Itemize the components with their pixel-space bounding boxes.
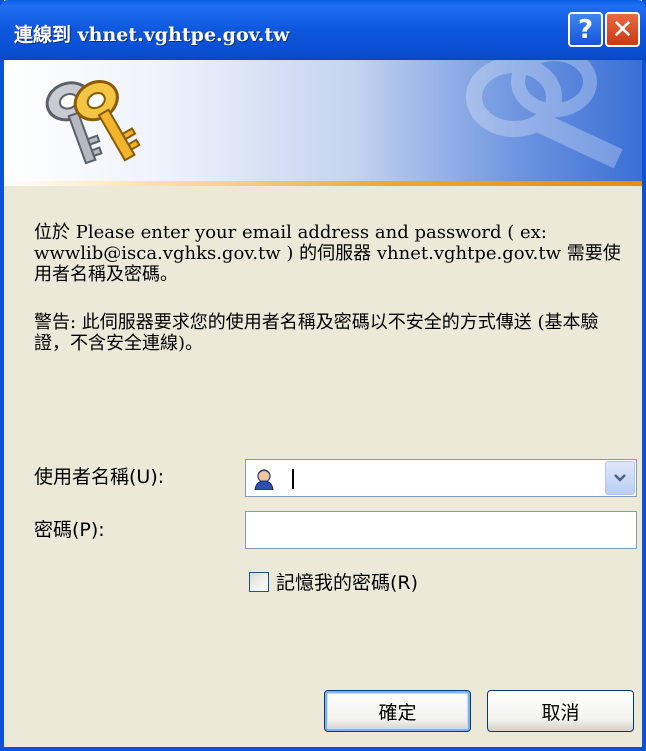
- keys-icon: [45, 80, 141, 165]
- login-dialog: 連線到 vhnet.vghtpe.gov.tw ? ✕ 位於 Please en…: [0, 0, 646, 751]
- window-title: 連線到 vhnet.vghtpe.gov.tw: [14, 24, 290, 46]
- remember-password-option[interactable]: 記憶我的密碼(R): [249, 568, 418, 595]
- security-warning: 警告: 此伺服器要求您的使用者名稱及密碼以不安全的方式傳送 (基本驗證，不含安全…: [34, 312, 599, 354]
- ok-button[interactable]: 確定: [324, 690, 471, 732]
- server-message: 位於 Please enter your email address and p…: [34, 222, 621, 285]
- text-caret: [292, 469, 294, 489]
- password-label: 密碼(P):: [34, 519, 105, 541]
- banner-divider: [4, 181, 642, 186]
- username-dropdown-button[interactable]: [605, 461, 635, 495]
- close-button[interactable]: ✕: [605, 12, 640, 47]
- remember-password-checkbox[interactable]: [249, 571, 269, 592]
- cancel-button[interactable]: 取消: [487, 690, 634, 732]
- keys-watermark-icon: [466, 60, 623, 169]
- chevron-down-icon: [614, 474, 626, 482]
- remember-password-label[interactable]: 記憶我的密碼(R): [276, 568, 418, 595]
- username-label: 使用者名稱(U):: [34, 466, 165, 488]
- username-combobox[interactable]: [245, 459, 637, 497]
- header-banner: [4, 60, 642, 181]
- help-button[interactable]: ?: [568, 12, 603, 47]
- user-icon: [254, 469, 274, 490]
- title-bar[interactable]: 連線到 vhnet.vghtpe.gov.tw ? ✕: [0, 0, 646, 60]
- password-field[interactable]: [245, 511, 637, 549]
